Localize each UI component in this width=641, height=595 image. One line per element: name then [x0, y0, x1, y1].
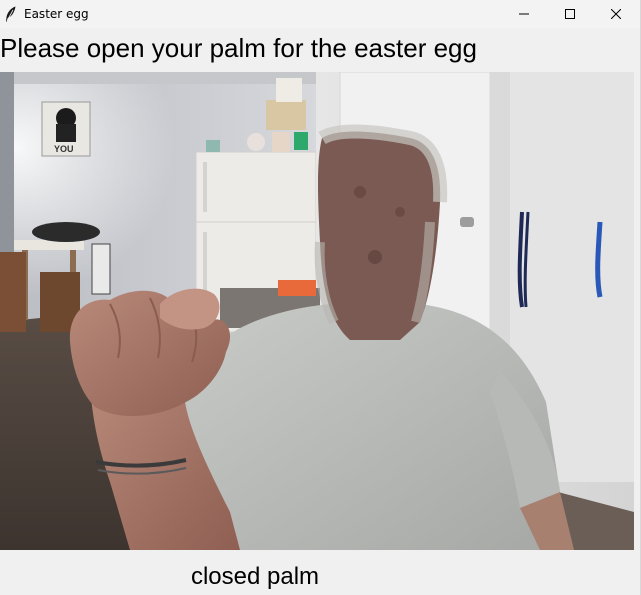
gesture-status-label: closed palm — [190, 563, 320, 590]
close-icon — [611, 9, 621, 19]
window-title: Easter egg — [24, 7, 89, 21]
instruction-label: Please open your palm for the easter egg — [0, 33, 477, 63]
webcam-feed: YOU — [0, 72, 634, 550]
minimize-icon — [519, 9, 529, 19]
app-window: Easter egg Please open your palm for the… — [0, 0, 641, 595]
maximize-icon — [565, 9, 575, 19]
svg-text:YOU: YOU — [54, 144, 74, 154]
title-bar[interactable]: Easter egg — [0, 0, 640, 28]
minimize-button[interactable] — [501, 0, 547, 28]
close-button[interactable] — [593, 0, 639, 28]
feather-icon — [5, 6, 17, 22]
maximize-button[interactable] — [547, 0, 593, 28]
